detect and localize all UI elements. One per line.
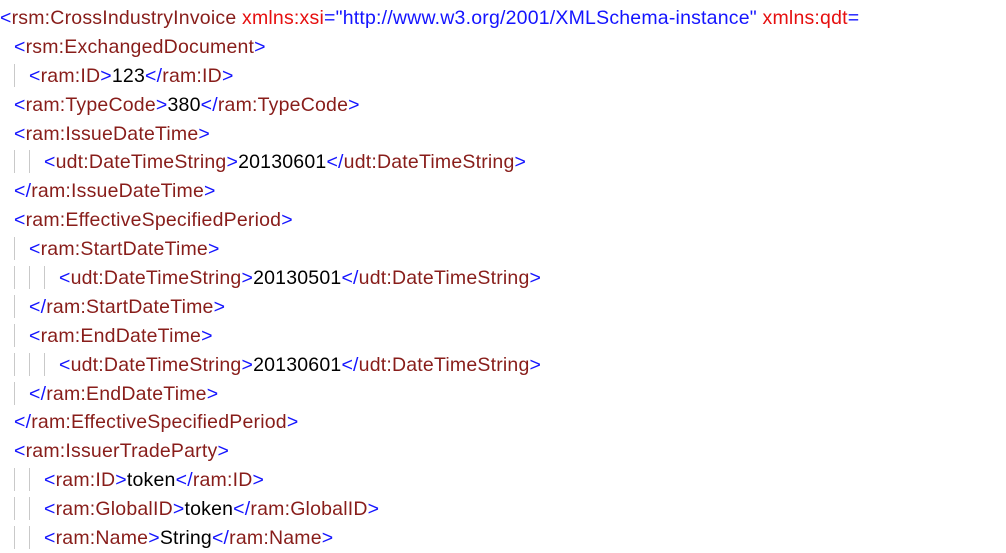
text-content: 380 — [167, 94, 200, 116]
xml-line-startdatetime-string: <udt:DateTimeString>20130501</udt:DateTi… — [0, 264, 1006, 293]
xml-line-effectiveperiod-close: </ram:EffectiveSpecifiedPeriod> — [0, 408, 1006, 437]
tag-name: udt:DateTimeString — [359, 354, 530, 376]
attr-value: "http://www.w3.org/2001/XMLSchema-instan… — [336, 7, 757, 29]
xml-line-typecode: <ram:TypeCode>380</ram:TypeCode> — [0, 91, 1006, 120]
tag-name: ram:IssueDateTime — [26, 123, 199, 145]
text-content: 20130501 — [253, 267, 341, 289]
text-content: 20130601 — [253, 354, 341, 376]
xml-line-globalid: <ram:GlobalID>token</ram:GlobalID> — [0, 495, 1006, 524]
text-content: 123 — [112, 65, 145, 87]
xml-line-name: <ram:Name>String</ram:Name> — [0, 524, 1006, 553]
tag-name: udt:DateTimeString — [56, 151, 227, 173]
xml-line-id: <ram:ID>123</ram:ID> — [0, 62, 1006, 91]
xml-line-root-open: <rsm:CrossIndustryInvoice xmlns:xsi="htt… — [0, 4, 1006, 33]
tag-name: rsm:ExchangedDocument — [26, 36, 255, 58]
xml-line-enddatetime-open: <ram:EndDateTime> — [0, 322, 1006, 351]
xml-line-issuedatetime-close: </ram:IssueDateTime> — [0, 177, 1006, 206]
text-content: 20130601 — [238, 151, 326, 173]
tag-name: ram:TypeCode — [218, 94, 348, 116]
tag-name: ram:IssuerTradeParty — [26, 440, 218, 462]
attr-name: xmlns:qdt — [763, 7, 848, 29]
tag-name: ram:IssueDateTime — [31, 180, 204, 202]
tag-name: udt:DateTimeString — [344, 151, 515, 173]
xml-line-issuedatetime-open: <ram:IssueDateTime> — [0, 120, 1006, 149]
xml-line-issuertradeparty-open: <ram:IssuerTradeParty> — [0, 437, 1006, 466]
tag-name: ram:ID — [162, 65, 222, 87]
tag-name: ram:EndDateTime — [41, 325, 202, 347]
tag-name: ram:ID — [41, 65, 101, 87]
tag-name: ram:GlobalID — [56, 498, 173, 520]
tag-name: ram:EffectiveSpecifiedPeriod — [31, 411, 287, 433]
xml-line-enddatetime-string: <udt:DateTimeString>20130601</udt:DateTi… — [0, 351, 1006, 380]
attr-name: xmlns:xsi — [242, 7, 324, 29]
xml-line-issuedatetime-string: <udt:DateTimeString>20130601</udt:DateTi… — [0, 148, 1006, 177]
tag-name: udt:DateTimeString — [71, 267, 242, 289]
xml-code-view: <rsm:CrossIndustryInvoice xmlns:xsi="htt… — [0, 0, 1006, 553]
text-content: token — [184, 498, 233, 520]
tag-name: rsm:CrossIndustryInvoice — [12, 7, 237, 29]
text-content: String — [160, 527, 212, 549]
tag-name: udt:DateTimeString — [71, 354, 242, 376]
xml-line-effectiveperiod-open: <ram:EffectiveSpecifiedPeriod> — [0, 206, 1006, 235]
xml-line-startdatetime-open: <ram:StartDateTime> — [0, 235, 1006, 264]
tag-name: ram:ID — [193, 469, 253, 491]
tag-name: ram:EndDateTime — [46, 383, 207, 405]
xml-line-enddatetime-close: </ram:EndDateTime> — [0, 380, 1006, 409]
tag-name: ram:StartDateTime — [41, 238, 208, 260]
tag-name: ram:EffectiveSpecifiedPeriod — [26, 209, 282, 231]
tag-name: udt:DateTimeString — [359, 267, 530, 289]
tag-name: ram:ID — [56, 469, 116, 491]
tag-name: ram:GlobalID — [250, 498, 367, 520]
tag-name: ram:Name — [229, 527, 322, 549]
text-content: token — [127, 469, 176, 491]
xml-line-issuer-id: <ram:ID>token</ram:ID> — [0, 466, 1006, 495]
xml-line-startdatetime-close: </ram:StartDateTime> — [0, 293, 1006, 322]
xml-line-exchanged-document-open: <rsm:ExchangedDocument> — [0, 33, 1006, 62]
tag-name: ram:TypeCode — [26, 94, 156, 116]
tag-name: ram:Name — [56, 527, 149, 549]
tag-name: ram:StartDateTime — [46, 296, 213, 318]
